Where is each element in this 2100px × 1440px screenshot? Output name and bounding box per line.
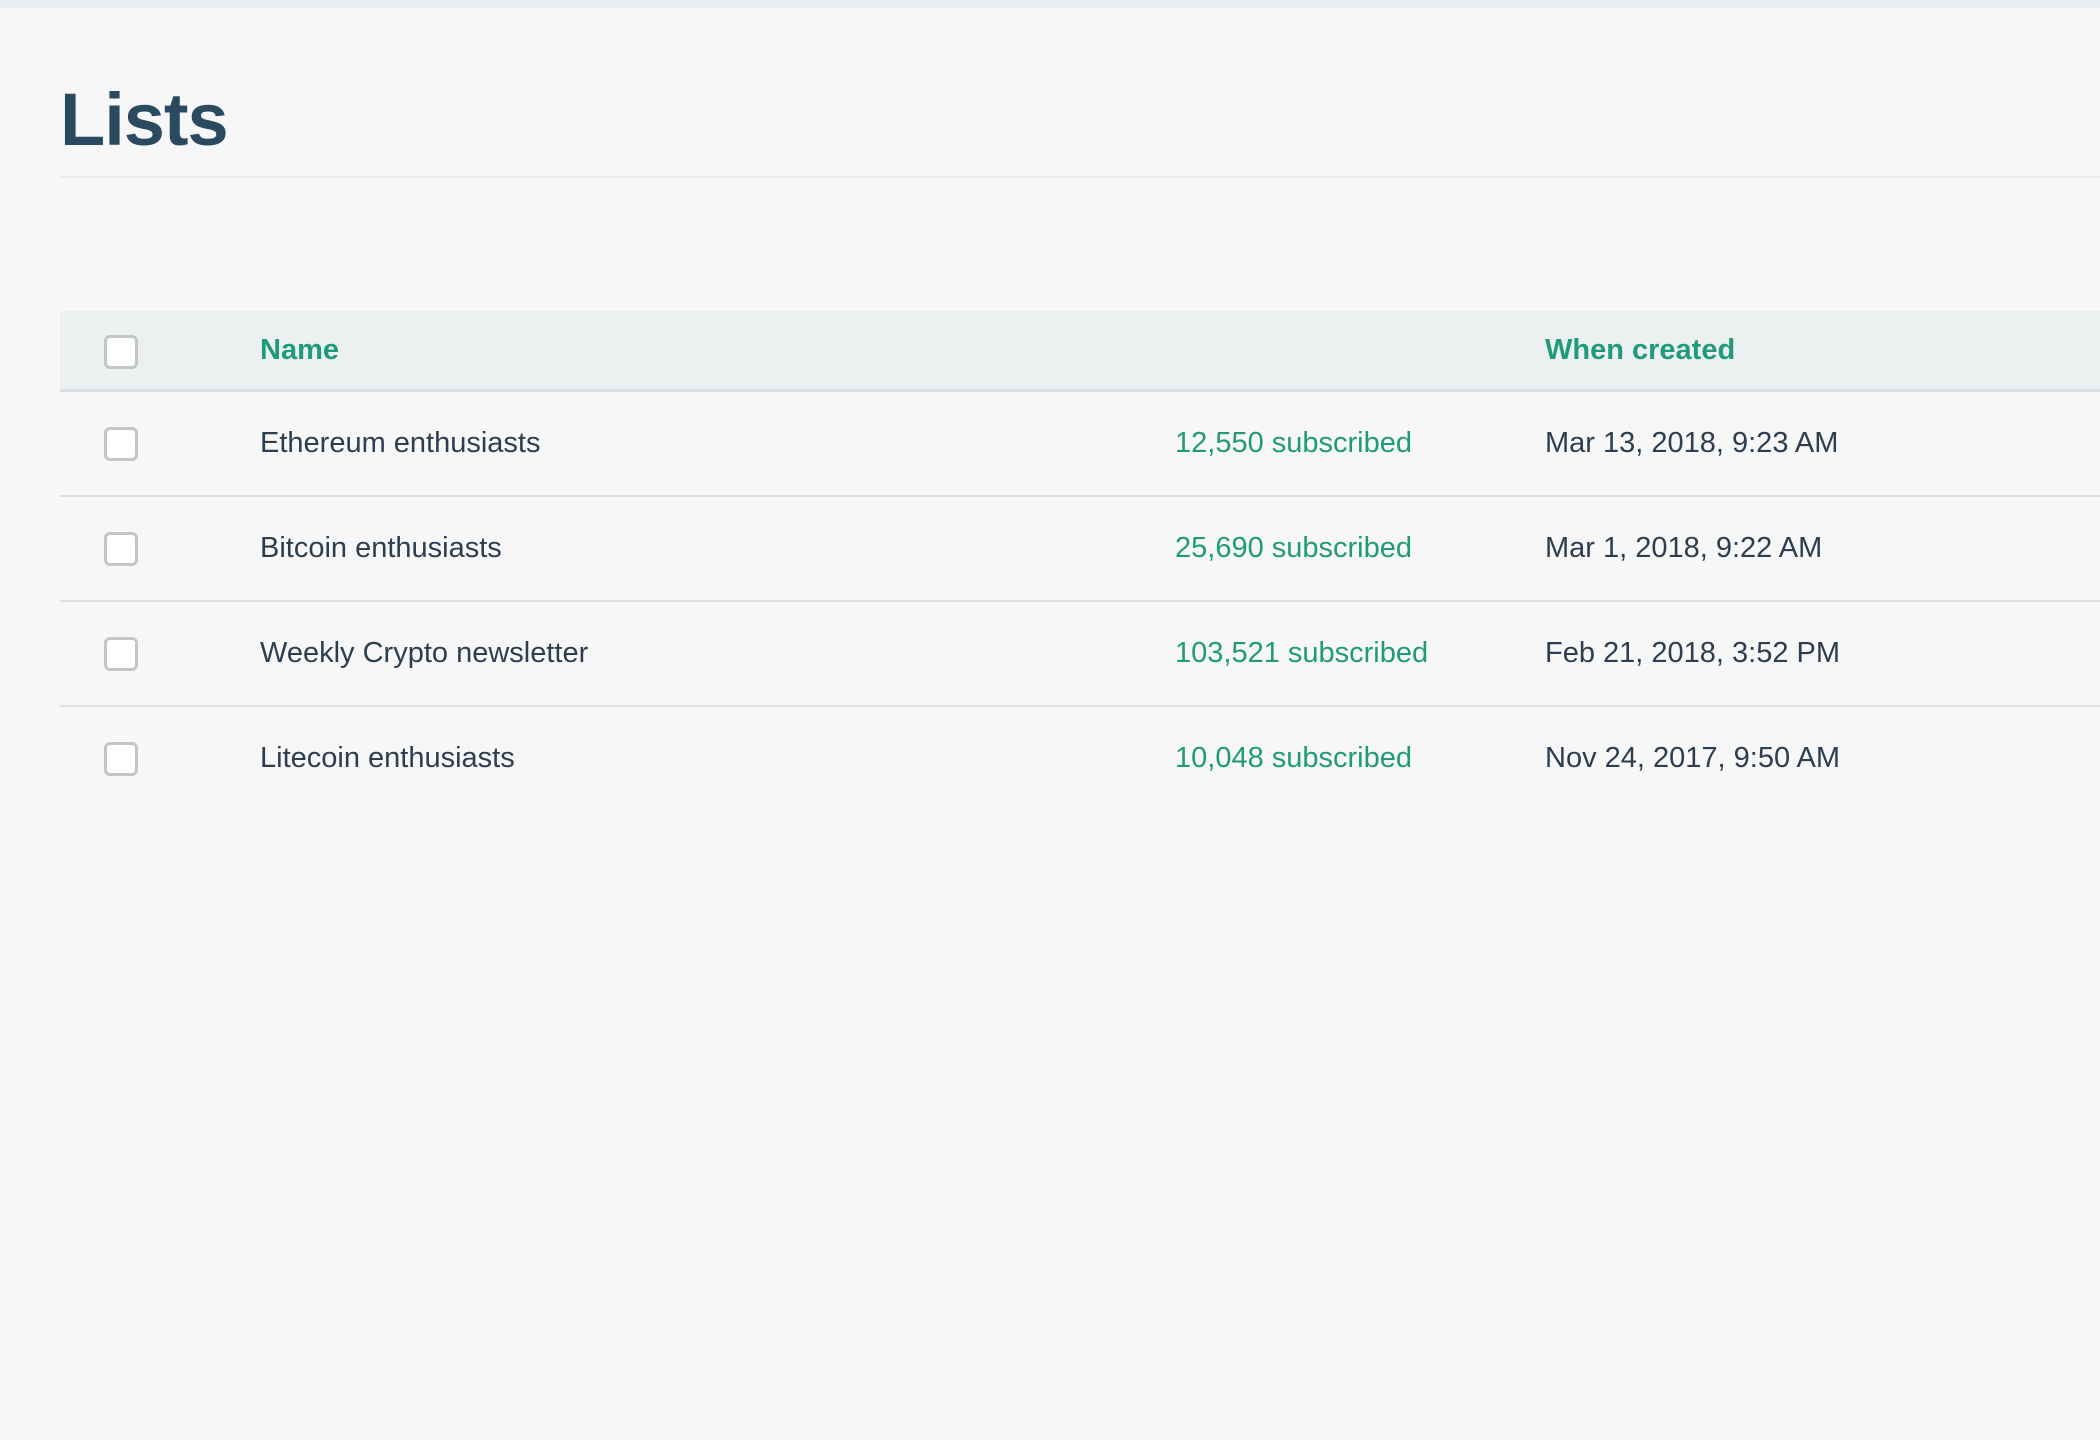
- list-name[interactable]: Ethereum enthusiasts: [260, 426, 540, 460]
- list-name[interactable]: Weekly Crypto newsletter: [260, 636, 588, 670]
- column-header-when-created[interactable]: When created: [1545, 333, 1735, 367]
- subscriber-count-link[interactable]: 103,521 subscribed: [1175, 636, 1428, 670]
- row-checkbox[interactable]: [104, 637, 138, 671]
- subscriber-count-link[interactable]: 25,690 subscribed: [1175, 531, 1412, 565]
- table-row[interactable]: Bitcoin enthusiasts 25,690 subscribed Ma…: [60, 497, 2100, 602]
- row-checkbox[interactable]: [104, 742, 138, 776]
- created-date: Feb 21, 2018, 3:52 PM: [1545, 637, 1841, 669]
- table-row[interactable]: Weekly Crypto newsletter 103,521 subscri…: [60, 602, 2100, 707]
- column-header-name[interactable]: Name: [260, 333, 339, 367]
- subscriber-count-link[interactable]: 12,550 subscribed: [1175, 426, 1412, 460]
- list-name[interactable]: Litecoin enthusiasts: [260, 741, 515, 775]
- row-checkbox[interactable]: [104, 427, 138, 461]
- created-date: Nov 24, 2017, 9:50 AM: [1545, 742, 1841, 774]
- created-date: Mar 13, 2018, 9:23 AM: [1545, 427, 1839, 459]
- lists-page: Lists Name When created Ethereum enthusi…: [60, 0, 2100, 1440]
- row-checkbox[interactable]: [104, 532, 138, 566]
- page-title: Lists: [60, 78, 229, 161]
- title-divider: [60, 176, 2100, 178]
- select-all-checkbox[interactable]: [104, 335, 138, 369]
- table-row[interactable]: Litecoin enthusiasts 10,048 subscribed N…: [60, 707, 2100, 810]
- table-row[interactable]: Ethereum enthusiasts 12,550 subscribed M…: [60, 392, 2100, 497]
- lists-table: Name When created Ethereum enthusiasts 1…: [60, 311, 2100, 810]
- table-header: Name When created: [60, 311, 2100, 392]
- list-name[interactable]: Bitcoin enthusiasts: [260, 531, 502, 565]
- created-date: Mar 1, 2018, 9:22 AM: [1545, 532, 1823, 564]
- subscriber-count-link[interactable]: 10,048 subscribed: [1175, 741, 1412, 775]
